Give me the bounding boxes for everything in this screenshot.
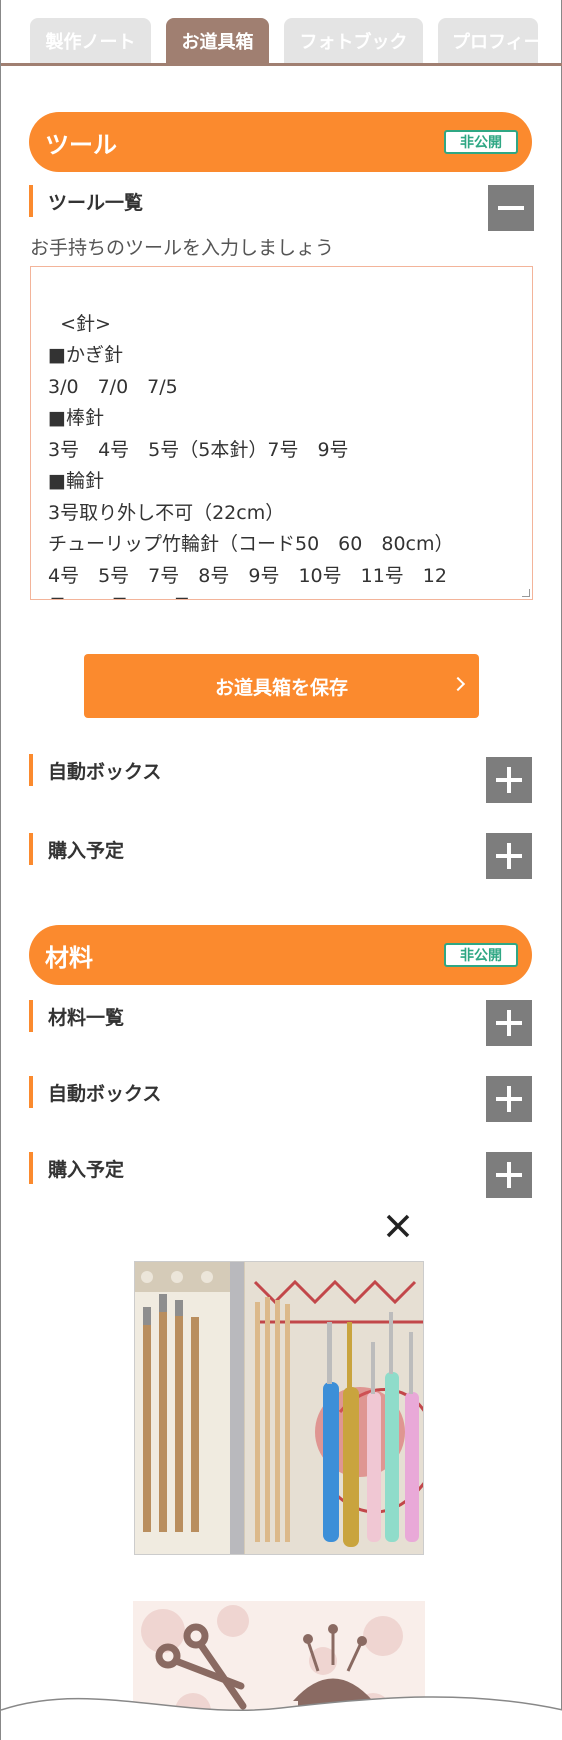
expand-materials-auto-box-button[interactable] — [486, 1076, 532, 1122]
tool-list-textarea[interactable]: <針> ■かぎ針 3/0 7/0 7/5 ■棒針 3号 4号 5号（5本針）7号… — [30, 266, 533, 600]
save-toolbox-button[interactable]: お道具箱を保存 — [84, 654, 479, 718]
tab-bar: 製作ノート お道具箱 フォトブック プロフィー — [1, 0, 562, 66]
tab-photobook[interactable]: フォトブック — [284, 18, 423, 63]
ad-photo-knitting-tools[interactable] — [134, 1261, 424, 1555]
resize-handle[interactable] — [522, 589, 530, 597]
tab-production-note[interactable]: 製作ノート — [30, 18, 151, 63]
materials-auto-box-heading: 自動ボックス — [29, 1076, 161, 1108]
minus-icon — [498, 206, 524, 210]
tools-purchase-plan-heading: 購入予定 — [29, 833, 124, 865]
materials-section-title: 材料 — [45, 943, 93, 972]
expand-material-list-button[interactable] — [486, 1000, 532, 1046]
plus-icon — [507, 1086, 511, 1112]
knitting-tools-image — [135, 1262, 423, 1554]
tool-list-text: <針> ■かぎ針 3/0 7/0 7/5 ■棒針 3号 4号 5号（5本針）7号… — [48, 312, 454, 600]
plus-icon — [507, 1010, 511, 1036]
save-toolbox-label: お道具箱を保存 — [214, 676, 348, 699]
tool-list-heading: ツール一覧 — [29, 185, 143, 217]
plus-icon — [507, 767, 511, 793]
chevron-right-icon — [450, 676, 466, 692]
close-ad-button[interactable] — [382, 1210, 414, 1242]
tools-auto-box-heading: 自動ボックス — [29, 754, 161, 786]
private-badge[interactable]: 非公開 — [444, 943, 518, 967]
tab-profile[interactable]: プロフィー — [438, 18, 538, 63]
collapse-tool-list-button[interactable] — [488, 185, 534, 231]
tool-list-hint: お手持ちのツールを入力しましょう — [30, 237, 335, 259]
tab-toolbox[interactable]: お道具箱 — [166, 18, 269, 63]
expand-tools-purchase-plan-button[interactable] — [486, 833, 532, 879]
expand-materials-purchase-plan-button[interactable] — [486, 1152, 532, 1198]
material-list-heading: 材料一覧 — [29, 1000, 124, 1032]
bottom-wave-decoration — [1, 1696, 562, 1740]
materials-section-header: 材料 非公開 — [29, 925, 532, 985]
tools-section-header: ツール 非公開 — [29, 112, 532, 172]
close-icon — [386, 1214, 410, 1238]
materials-purchase-plan-heading: 購入予定 — [29, 1152, 124, 1184]
tools-section-title: ツール — [45, 130, 117, 159]
plus-icon — [507, 1162, 511, 1188]
expand-tools-auto-box-button[interactable] — [486, 757, 532, 803]
private-badge[interactable]: 非公開 — [444, 130, 518, 154]
plus-icon — [507, 843, 511, 869]
